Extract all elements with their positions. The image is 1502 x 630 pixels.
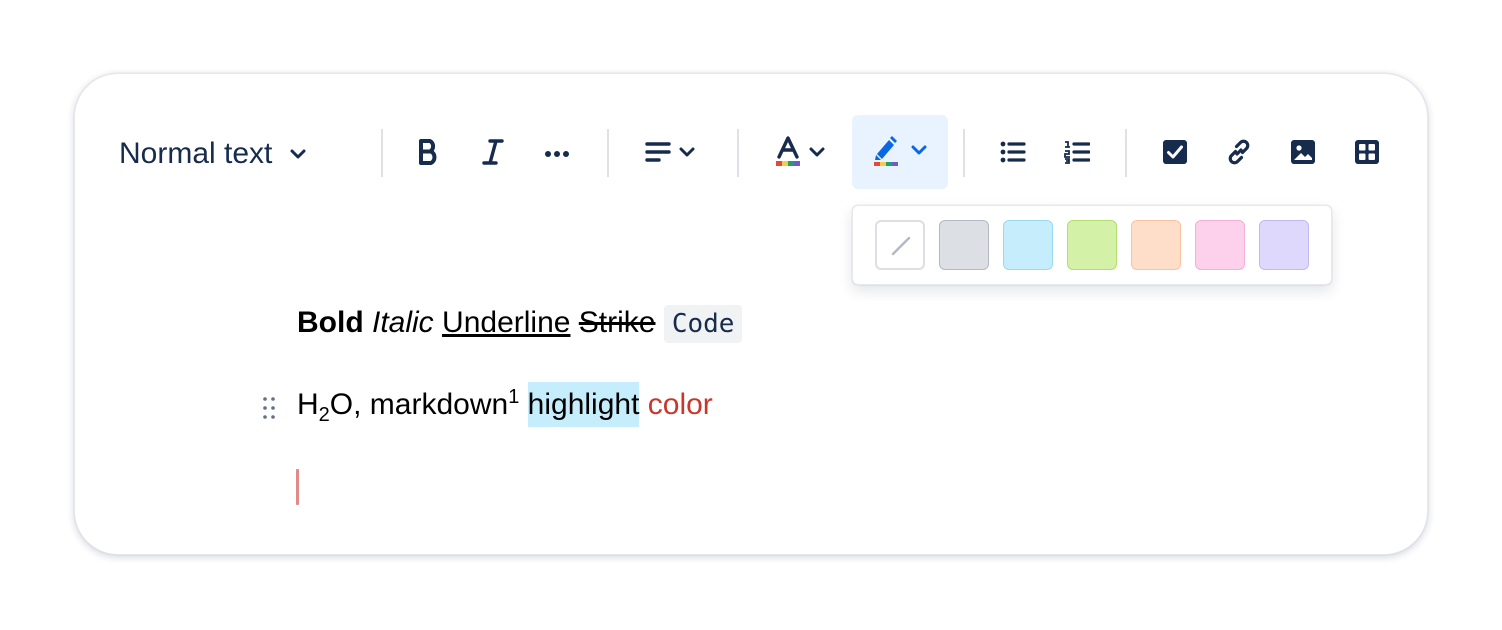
swatch-green[interactable]	[1067, 220, 1117, 270]
italic-text: Italic	[372, 306, 434, 339]
table-button[interactable]	[1343, 130, 1391, 178]
bold-icon	[418, 138, 440, 171]
colored-text: color	[647, 388, 713, 421]
strike-text: Strike	[578, 306, 656, 339]
inline-code: Code	[663, 305, 743, 343]
more-horizontal-icon	[544, 145, 570, 163]
text-style-dropdown[interactable]: Normal text	[119, 132, 339, 176]
toolbar-divider	[1125, 129, 1127, 177]
toolbar-divider	[607, 129, 609, 177]
numbered-list-button[interactable]	[1053, 130, 1101, 178]
text-color-button[interactable]	[765, 130, 835, 178]
chevron-down-icon	[290, 147, 306, 165]
paragraph: Bold Italic Underline Strike Code	[297, 305, 743, 343]
italic-icon	[482, 138, 504, 171]
underline-text: Underline	[442, 306, 571, 339]
checkbox-icon	[1162, 139, 1188, 170]
drag-handle-icon[interactable]	[261, 396, 277, 420]
task-button[interactable]	[1151, 130, 1199, 178]
swatch-orange[interactable]	[1131, 220, 1181, 270]
more-formatting-button[interactable]	[533, 130, 581, 178]
superscript-text: 1	[508, 386, 520, 408]
numbered-list-icon	[1064, 140, 1091, 169]
toolbar-divider	[963, 129, 965, 177]
editor-card: Normal text Bold Italic Underline Strike…	[74, 73, 1428, 555]
text-caret	[296, 469, 299, 505]
bold-text: Bold	[297, 306, 364, 339]
link-button[interactable]	[1215, 130, 1263, 178]
chevron-down-icon	[679, 145, 695, 163]
swatch-gray[interactable]	[939, 220, 989, 270]
image-icon	[1290, 139, 1316, 170]
table-icon	[1354, 139, 1380, 170]
subscript-text: 2	[318, 404, 330, 426]
bold-button[interactable]	[405, 130, 453, 178]
swatch-none[interactable]	[875, 220, 925, 270]
bullet-list-button[interactable]	[989, 130, 1037, 178]
bullet-list-icon	[1000, 141, 1026, 168]
highlight-button[interactable]	[852, 115, 948, 189]
no-color-icon	[890, 235, 912, 262]
swatch-purple[interactable]	[1259, 220, 1309, 270]
paragraph: H2O, markdown1 highlight color	[297, 382, 713, 427]
toolbar-divider	[381, 129, 383, 177]
highlighted-text: highlight	[527, 382, 640, 427]
h-text: H	[297, 388, 319, 421]
link-icon	[1225, 138, 1253, 171]
alignment-button[interactable]	[635, 130, 705, 178]
chevron-down-icon	[911, 143, 927, 161]
markdown-text: O, markdown	[329, 388, 509, 421]
highlighter-icon	[873, 134, 901, 171]
text-style-label: Normal text	[119, 137, 273, 170]
italic-button[interactable]	[469, 130, 517, 178]
toolbar-divider	[737, 129, 739, 177]
swatch-blue[interactable]	[1003, 220, 1053, 270]
swatch-pink[interactable]	[1195, 220, 1245, 270]
image-button[interactable]	[1279, 130, 1327, 178]
highlight-color-palette	[852, 205, 1332, 285]
text-color-icon	[775, 135, 801, 173]
chevron-down-icon	[809, 145, 825, 163]
align-left-icon	[645, 141, 671, 168]
